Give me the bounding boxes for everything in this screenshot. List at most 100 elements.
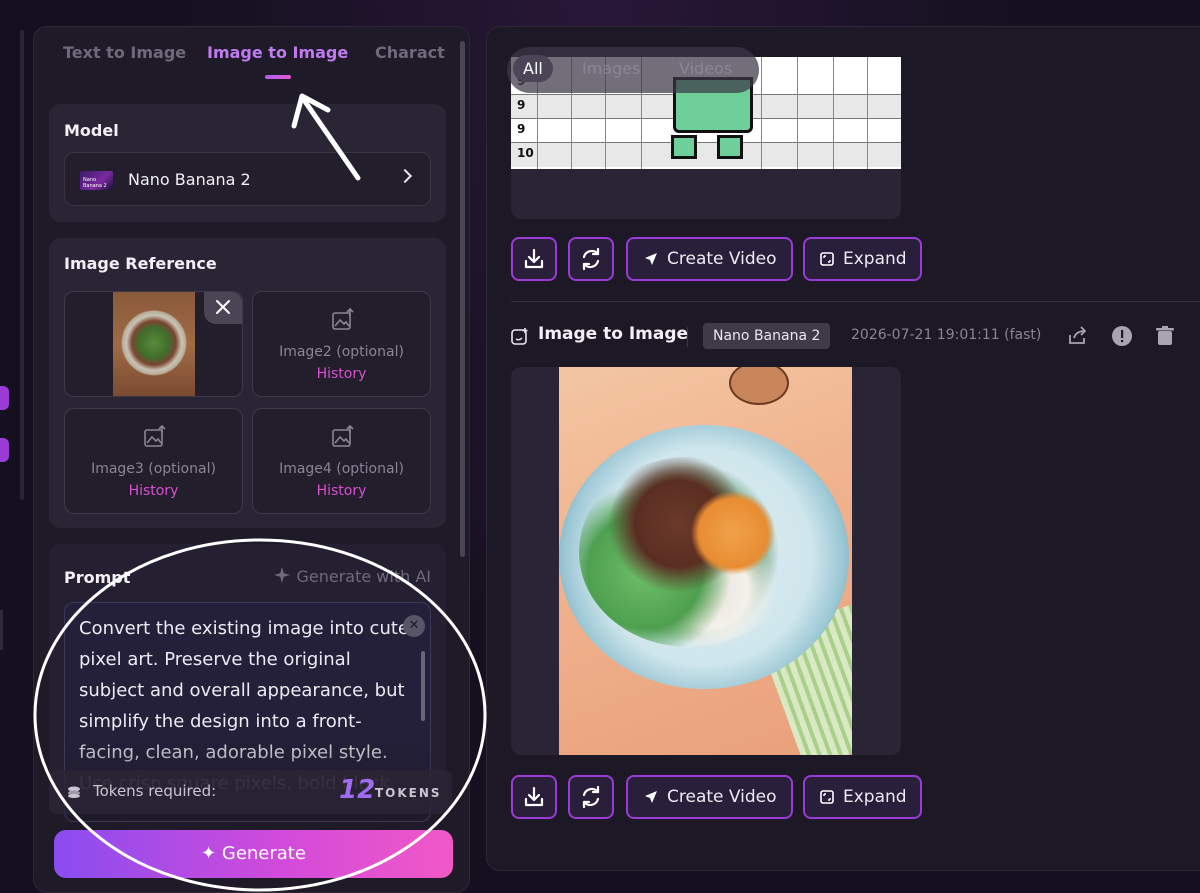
chevron-right-icon <box>397 168 413 184</box>
header-separator <box>687 327 688 347</box>
pixel-sprite-leg <box>671 135 697 159</box>
model-card: Model Nano Banana 2 Nano Banana 2 <box>49 104 446 222</box>
model-thumbnail: Nano Banana 2 <box>80 171 113 190</box>
image3-history-link[interactable]: History <box>65 483 242 499</box>
filter-images[interactable]: Images <box>582 59 640 78</box>
generate-button[interactable]: ✦ Generate <box>54 830 453 878</box>
regenerate-icon <box>582 785 600 809</box>
expand-icon <box>820 790 834 804</box>
grid-row-number: 9 <box>517 98 526 112</box>
result-title: Image to Image <box>538 324 689 344</box>
trash-icon[interactable] <box>1154 325 1176 347</box>
create-video-label: Create Video <box>667 787 777 807</box>
send-icon <box>645 253 657 265</box>
generate-with-ai-label: Generate with AI <box>296 567 431 586</box>
tab-character[interactable]: Charact <box>375 43 445 62</box>
model-selector[interactable]: Nano Banana 2 Nano Banana 2 <box>64 152 431 206</box>
tokens-unit: TOKENS <box>375 786 442 800</box>
image-upload-icon <box>332 308 354 330</box>
filter-all[interactable]: All <box>513 55 553 82</box>
image-edit-icon <box>511 328 528 345</box>
download-button[interactable] <box>511 775 557 819</box>
previous-result-frame <box>511 169 901 219</box>
mode-tabs: Text to Image Image to Image Charact <box>34 27 469 87</box>
regenerate-button[interactable] <box>568 775 614 819</box>
tokens-count: 12 <box>339 775 376 805</box>
image-upload-icon <box>332 425 354 447</box>
model-thumb-text: Nano Banana 2 <box>83 177 107 189</box>
image-reference-card: Image Reference Image2 (optional) Histor… <box>49 238 446 528</box>
active-tab-indicator <box>265 75 291 79</box>
regenerate-button[interactable] <box>568 237 614 281</box>
sparkle-icon <box>274 567 291 583</box>
side-indicator[interactable] <box>0 438 9 462</box>
generation-panel: Text to Image Image to Image Charact Mod… <box>33 26 470 893</box>
image3-upload-slot[interactable]: Image3 (optional) History <box>64 408 243 514</box>
result-image[interactable] <box>559 367 852 755</box>
grid-row: 10 <box>511 143 901 167</box>
image2-upload-slot[interactable]: Image2 (optional) History <box>252 291 431 397</box>
expand-label: Expand <box>843 787 907 807</box>
model-name: Nano Banana 2 <box>128 170 251 189</box>
prompt-title: Prompt <box>64 568 131 587</box>
result-timestamp: 2026-07-21 19:01:11 (fast) <box>851 327 1042 343</box>
image3-label: Image3 (optional) <box>91 461 216 477</box>
create-video-button[interactable]: Create Video <box>626 775 793 819</box>
coins-icon <box>68 786 80 798</box>
image-reference-title: Image Reference <box>64 254 217 273</box>
image4-label: Image4 (optional) <box>279 461 404 477</box>
edge-marker <box>0 610 3 650</box>
results-panel: 9 9 9 10 All Images Videos Create Video <box>486 26 1200 871</box>
create-video-label: Create Video <box>667 249 777 269</box>
result-image-frame <box>511 367 901 755</box>
generate-with-ai-button[interactable]: Generate with AI <box>273 566 431 586</box>
pixel-sprite-leg <box>717 135 743 159</box>
grid-line <box>833 57 834 169</box>
expand-button[interactable]: Expand <box>803 237 922 281</box>
model-title: Model <box>64 121 119 140</box>
grid-line <box>867 57 868 169</box>
result-divider <box>511 301 1200 302</box>
share-icon[interactable] <box>1067 325 1089 347</box>
send-icon <box>645 791 657 803</box>
image4-upload-slot[interactable]: Image4 (optional) History <box>252 408 431 514</box>
close-icon <box>216 300 230 314</box>
image-salad <box>579 457 799 647</box>
image4-history-link[interactable]: History <box>253 483 430 499</box>
tokens-label: Tokens required: <box>93 782 217 800</box>
close-icon: ✕ <box>408 618 420 633</box>
download-button[interactable] <box>511 237 557 281</box>
grid-row-number: 10 <box>517 146 534 160</box>
reference-image <box>113 292 195 396</box>
image2-label: Image2 (optional) <box>279 344 404 360</box>
media-filter: All Images Videos <box>507 47 759 93</box>
result-header: Image to Image Nano Banana 2 2026-07-21 … <box>511 323 1200 351</box>
image-upload-icon <box>144 425 166 447</box>
outer-scrollbar[interactable] <box>20 30 24 500</box>
clear-prompt-button[interactable]: ✕ <box>403 615 425 637</box>
download-icon <box>524 786 544 807</box>
tab-image-to-image[interactable]: Image to Image <box>207 43 348 62</box>
grid-line <box>761 57 762 169</box>
image2-history-link[interactable]: History <box>253 366 430 382</box>
prompt-scrollbar[interactable] <box>421 651 425 721</box>
side-indicator[interactable] <box>0 386 9 410</box>
generate-label: Generate <box>221 843 306 864</box>
tokens-info: Tokens required: 12 TOKENS <box>49 770 452 814</box>
tab-text-to-image[interactable]: Text to Image <box>63 43 186 62</box>
expand-button[interactable]: Expand <box>803 775 922 819</box>
expand-label: Expand <box>843 249 907 269</box>
image-spoon <box>729 367 789 405</box>
create-video-button[interactable]: Create Video <box>626 237 793 281</box>
model-badge: Nano Banana 2 <box>703 323 831 349</box>
grid-row-number: 9 <box>517 122 526 136</box>
expand-icon <box>820 252 834 266</box>
sparkle-icon: ✦ <box>201 843 217 864</box>
remove-image-button[interactable] <box>204 292 242 324</box>
panel-scrollbar[interactable] <box>460 41 465 557</box>
regenerate-icon <box>582 247 600 271</box>
reference-image-slot[interactable] <box>64 291 243 397</box>
info-icon[interactable] <box>1111 325 1133 347</box>
filter-videos[interactable]: Videos <box>679 59 732 78</box>
grid-line <box>797 57 798 169</box>
